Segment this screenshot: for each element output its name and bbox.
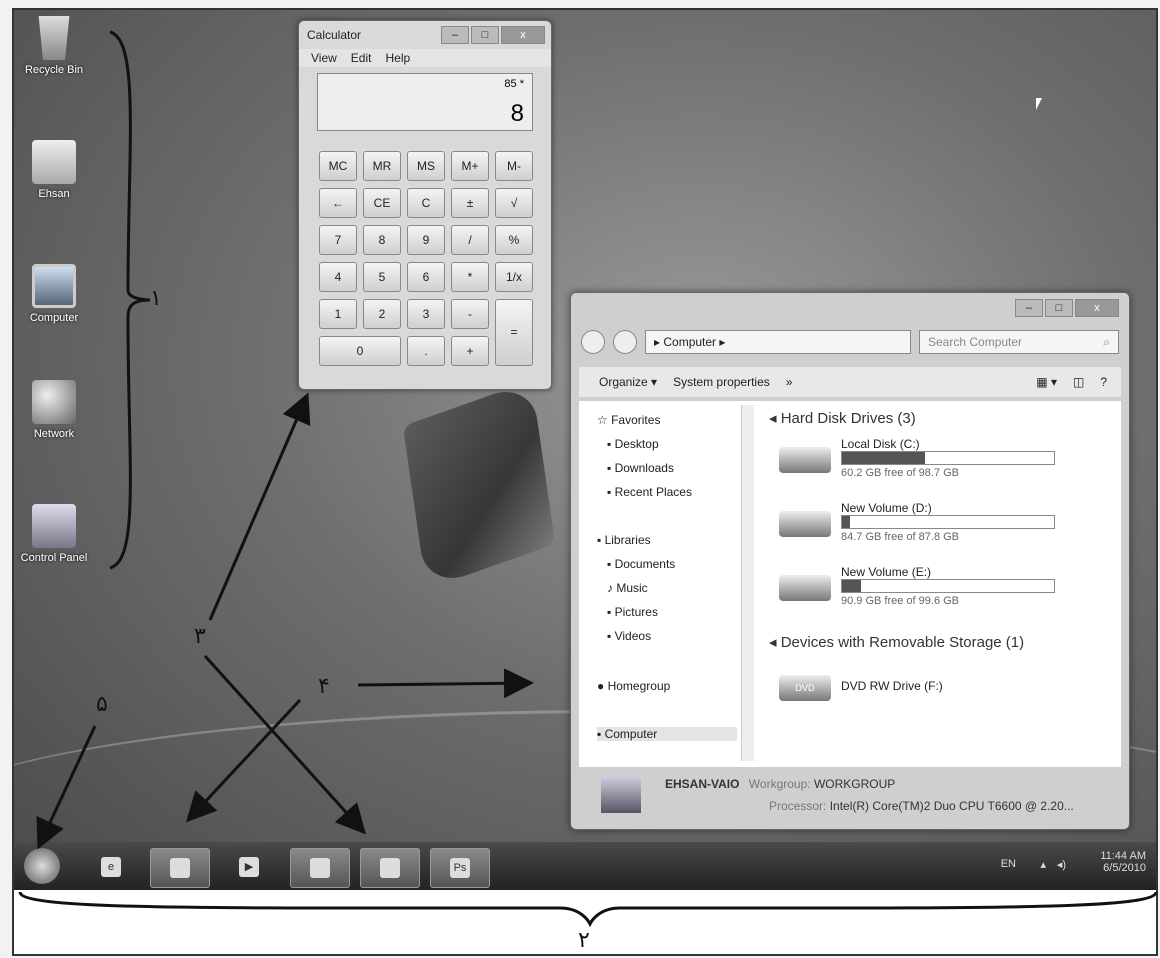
- arrow-to-taskbar-calc: [203, 654, 367, 835]
- annotation-number-1: ۱: [150, 286, 162, 311]
- brace-desktop-icons: [109, 30, 151, 570]
- arrow-to-explorer: [357, 668, 534, 699]
- arrow-to-taskbar-explorer: [185, 698, 302, 823]
- arrow-to-start: [36, 725, 97, 850]
- annotation-number-5: ۵: [96, 692, 108, 717]
- brace-taskbar: [18, 891, 1158, 928]
- annotation-number-4: ۴: [318, 674, 330, 699]
- annotation-overlay: [18, 30, 1158, 928]
- arrow-to-calculator: [208, 392, 311, 621]
- annotation-number-3: ۳: [194, 624, 206, 649]
- annotation-number-2: ۲: [578, 928, 590, 953]
